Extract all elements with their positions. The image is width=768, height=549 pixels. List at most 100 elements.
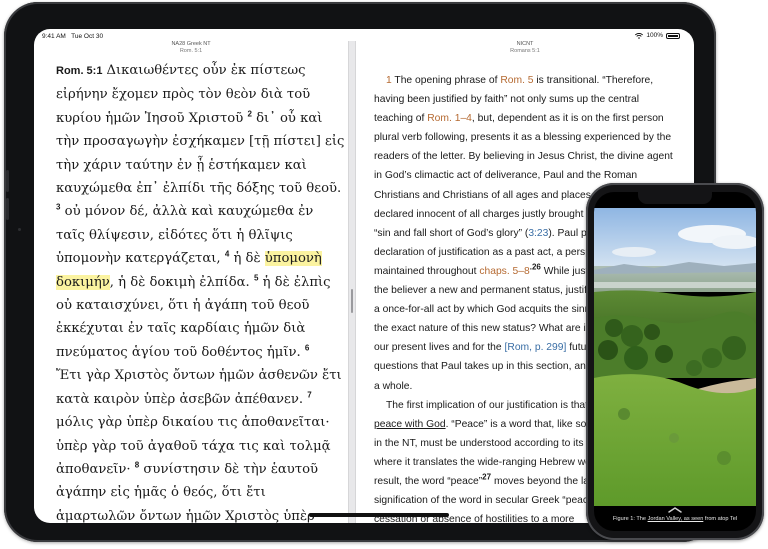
scripture-link[interactable]: Rom. 1–4 [427, 113, 472, 124]
caption-link[interactable]: Jordan Valley, as seen [648, 516, 704, 522]
landscape-image [594, 208, 756, 506]
scripture-link[interactable]: Rom. 5 [500, 75, 533, 86]
status-indicators: 100% [635, 32, 680, 39]
ipad-volume-button [6, 170, 9, 192]
ipad-volume-button [6, 198, 9, 220]
text-line[interactable]: ἀποθανεῖν· 8 συνίστησιν δὲ τὴν ἑαυτοῦ [56, 458, 346, 481]
verse-number[interactable]: .26 [530, 263, 541, 272]
text-line[interactable]: ἐκκέχυται ἐν ταῖς καρδίαις ἡμῶν διὰ [56, 317, 346, 340]
text-segment: declaration of justification as a past a… [374, 246, 618, 258]
text-segment: ἐκκέχυται ἐν ταῖς καρδίαις ἡμῶν διὰ [56, 321, 306, 337]
text-segment: εἰρήνην ἔχομεν πρὸς τὸν θεὸν διὰ τοῦ [56, 87, 311, 103]
text-segment: κυρίου ἡμῶν Ἰησοῦ Χριστοῦ [56, 110, 248, 126]
text-segment: ἡ δὲ [229, 251, 265, 267]
text-line[interactable]: 3 οὐ μόνον δέ, ἀλλὰ καὶ καυχώμεθα ἐν [56, 200, 346, 223]
text-segment: our present lives and for the [374, 342, 505, 354]
verse-number[interactable]: 27 [482, 473, 491, 482]
chevron-up-icon[interactable] [667, 506, 683, 514]
text-segment: ἡ δὲ ἐλπὶς [258, 274, 331, 290]
text-segment: questions that Paul takes up in this sec… [374, 361, 603, 373]
text-line[interactable]: ἀγάπην εἰς ἡμᾶς ὁ θεός, ὅτι ἔτι [56, 481, 346, 504]
text-segment: πνεύματος ἁγίου τοῦ δοθέντος ἡμῖν. [56, 344, 305, 360]
scripture-link[interactable]: chaps. 5–8 [479, 266, 529, 277]
home-indicator[interactable] [309, 513, 449, 517]
verse-reference[interactable]: Rom. 5:1 [56, 65, 102, 77]
text-segment: result, the word “peace” [374, 475, 483, 487]
text-line[interactable]: δοκιμήν, ἡ δὲ δοκιμὴ ἐλπίδα. 5 ἡ δὲ ἐλπὶ… [56, 271, 346, 294]
text-segment: maintained throughout [374, 265, 480, 277]
commentary-pane-location: Romans 5:1 [510, 48, 540, 54]
commentary-pane-title[interactable]: NICNT [356, 41, 694, 48]
greek-pane-header[interactable]: NA28 Greek NT Rom. 5:1 [34, 41, 348, 55]
text-segment: , ἡ δὲ δοκιμὴ ἐλπίδα. [109, 274, 254, 290]
text-segment: καυχώμεθα ἐπ᾽ ἐλπίδι τῆς δόξης τοῦ θεοῦ. [56, 181, 342, 197]
caption-prefix: Figure 1: The [612, 516, 648, 522]
text-line[interactable]: οὐ καταισχύνει, ὅτι ἡ ἀγάπη τοῦ θεοῦ [56, 294, 346, 317]
text-segment: declared innocent of all charges justly … [374, 208, 620, 220]
text-line[interactable]: εἰρήνην ἔχομεν πρὸς τὸν θεὸν διὰ τοῦ [56, 83, 346, 106]
text-line[interactable]: readers of the letter. By believing in J… [374, 147, 692, 166]
text-segment: is transitional. “Therefore, [533, 75, 654, 86]
verse-number[interactable]: 6 [305, 343, 309, 352]
text-segment: the believer a new and permanent status,… [374, 285, 617, 297]
underlined-text: peace with God [374, 418, 446, 430]
text-line[interactable]: κυρίου ἡμῶν Ἰησοῦ Χριστοῦ 2 δι᾽ οὗ καὶ [56, 107, 346, 130]
text-segment: ὑπὲρ γὰρ τοῦ ἀγαθοῦ τάχα τις καὶ τολμᾷ [56, 438, 331, 454]
iphone-screen: Figure 1: The Jordan Valley, as seen fro… [594, 192, 756, 531]
text-segment: , but, dependent as it is on the first p… [471, 113, 664, 125]
greek-text-pane[interactable]: NA28 Greek NT Rom. 5:1 Rom. 5:1 Δικαιωθέν… [34, 41, 348, 523]
highlighted-word[interactable]: ὑπομονὴ [264, 251, 322, 267]
text-line[interactable]: plural verb following, presents it as a … [374, 128, 692, 147]
text-segment: readers of the letter. By believing in J… [374, 151, 673, 163]
text-segment: The first implication of our justificati… [386, 399, 589, 411]
text-line[interactable]: Rom. 5:1 Δικαιωθέντες οὖν ἐκ πίστεως [56, 59, 346, 83]
caption-suffix: from atop Tel [703, 516, 738, 522]
text-segment: in the NT, must be understood according … [374, 437, 615, 449]
text-segment: τὴν χάριν ταύτην ἐν ᾗ ἑστήκαμεν καὶ [56, 157, 307, 173]
cross-reference-link[interactable]: 3:23 [528, 228, 548, 239]
text-line[interactable]: ταῖς θλίψεσιν, εἰδότες ὅτι ἡ θλῖψις [56, 224, 346, 247]
text-segment: having been justified by faith” not only… [374, 94, 640, 106]
text-segment: a once-for-all act by which God acquits … [374, 304, 600, 316]
text-line[interactable]: ὑπομονὴν κατεργάζεται, 4 ἡ δὲ ὑπομονὴ [56, 247, 346, 270]
commentary-pane-header[interactable]: NICNT Romans 5:1 [356, 41, 694, 55]
text-line[interactable]: Ἔτι γὰρ Χριστὸς ὄντων ἡμῶν ἀσθενῶν ἔτι [56, 364, 346, 387]
divider-grip-handle[interactable] [351, 289, 353, 313]
text-segment: τὴν προσαγωγὴν ἐσχήκαμεν [τῇ πίστει] εἰς [56, 134, 345, 150]
text-line[interactable]: having been justified by faith” not only… [374, 90, 692, 109]
text-segment: οὐ μόνον δέ, ἀλλὰ καὶ καυχώμεθα ἐν [60, 204, 314, 220]
text-segment: ὑπομονὴν κατεργάζεται, [56, 251, 225, 267]
text-line[interactable]: 1 The opening phrase of Rom. 5 is transi… [374, 71, 692, 90]
figure-caption: Figure 1: The Jordan Valley, as seen fro… [594, 516, 756, 522]
text-line[interactable]: ὑπὲρ γὰρ τοῦ ἀγαθοῦ τάχα τις καὶ τολμᾷ [56, 435, 346, 458]
text-segment: ἀγάπην εἰς ἡμᾶς ὁ θεός, ὅτι ἔτι [56, 485, 266, 501]
text-line[interactable]: τὴν χάριν ταύτην ἐν ᾗ ἑστήκαμεν καὶ [56, 154, 346, 177]
greek-pane-title[interactable]: NA28 Greek NT [34, 41, 348, 48]
text-line[interactable]: κατὰ καιρὸν ὑπὲρ ἀσεβῶν ἀπέθανεν. 7 [56, 388, 346, 411]
verse-number[interactable]: 7 [307, 390, 311, 399]
text-segment: Δικαιωθέντες οὖν ἐκ πίστεως [106, 63, 306, 78]
text-line[interactable]: τὴν προσαγωγὴν ἐσχήκαμεν [τῇ πίστει] εἰς [56, 130, 346, 153]
text-line[interactable]: πνεύματος ἁγίου τοῦ δοθέντος ἡμῖν. 6 [56, 341, 346, 364]
text-segment: in God’s climactic act of deliverance, P… [374, 170, 638, 182]
text-segment: κατὰ καιρὸν ὑπὲρ ἀσεβῶν ἀπέθανεν. [56, 391, 308, 407]
text-line[interactable]: καυχώμεθα ἐπ᾽ ἐλπίδι τῆς δόξης τοῦ θεοῦ. [56, 177, 346, 200]
jordan-valley-photo[interactable] [594, 208, 756, 506]
text-line[interactable]: ἁμαρτωλῶν ὄντων ἡμῶν Χριστὸς ὑπὲρ [56, 505, 346, 523]
text-segment: where it translates the wide-ranging Heb… [374, 456, 601, 468]
split-view-divider[interactable] [348, 41, 356, 523]
text-segment: μόλις γὰρ ὑπὲρ δικαίου τις ἀποθανεῖται· [56, 415, 330, 431]
text-segment: The opening phrase of [391, 75, 501, 86]
text-segment: the exact nature of this new status? Wha… [374, 323, 594, 335]
cross-reference-link[interactable]: [Rom, p. 299] [505, 342, 567, 353]
greek-text-body[interactable]: Rom. 5:1 Δικαιωθέντες οὖν ἐκ πίστεως εἰρήν… [56, 59, 346, 523]
text-segment: a whole. [374, 380, 413, 392]
text-line[interactable]: μόλις γὰρ ὑπὲρ δικαίου τις ἀποθανεῖται· [56, 411, 346, 434]
status-date: Tue Oct 30 [71, 33, 104, 40]
ipad-camera [18, 228, 21, 231]
wifi-icon [635, 32, 644, 39]
text-segment: συνίστησιν δὲ τὴν ἑαυτοῦ [139, 461, 319, 477]
text-line[interactable]: teaching of Rom. 1–4, but, dependent as … [374, 109, 692, 128]
text-segment: signification of the word in secular Gre… [374, 495, 598, 507]
highlighted-word[interactable]: δοκιμήν [56, 274, 110, 290]
